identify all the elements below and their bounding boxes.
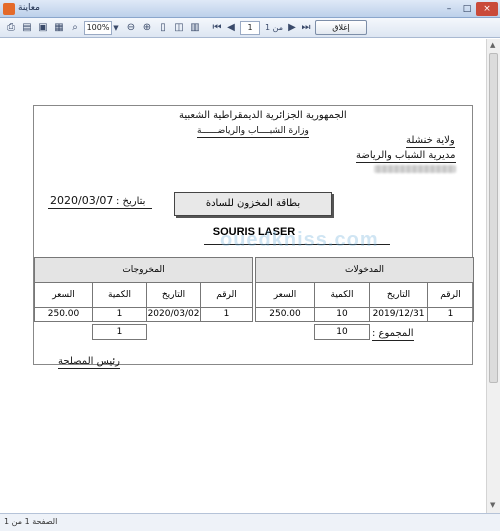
out-header-price: السعر (34, 282, 93, 308)
date-label: بتاريخ : (116, 196, 146, 207)
in-header-num: الرقم (427, 282, 474, 308)
export-icon[interactable]: ▦ (52, 21, 66, 35)
in-row-price: 250.00 (255, 307, 315, 322)
close-preview-button[interactable]: إغلاق (315, 20, 367, 35)
zoom-icon[interactable]: ⌕ (68, 21, 82, 35)
out-row-price: 250.00 (34, 307, 93, 322)
ministry-heading: وزارة الشبــــاب والرياضــــــة (197, 126, 309, 138)
watermark-logo: ouedkniss.com (220, 229, 379, 251)
save-icon[interactable]: ▣ (36, 21, 50, 35)
two-pages-icon[interactable]: ◫ (172, 21, 186, 35)
in-row-num: 1 (427, 307, 474, 322)
signature-label: رئيس المصلحة (58, 356, 120, 369)
print-icon[interactable]: ⎙ (4, 21, 18, 35)
one-page-icon[interactable]: ▯ (156, 21, 170, 35)
last-page-icon[interactable]: ⏭ (299, 21, 313, 35)
in-total-qty: 10 (314, 324, 370, 340)
print-setup-icon[interactable]: ▤ (20, 21, 34, 35)
out-row-qty: 1 (92, 307, 147, 322)
status-text: الصفحة 1 من 1 (4, 517, 58, 526)
card-title-box: بطاقة المخزون للسادة (174, 192, 332, 216)
in-header-price: السعر (255, 282, 315, 308)
report-viewport[interactable]: الجمهورية الجزائرية الديمقراطية الشعبية … (0, 39, 486, 513)
app-icon (3, 3, 15, 15)
next-page-icon[interactable]: ▶ (285, 21, 299, 35)
blurred-text (374, 165, 456, 173)
preview-toolbar: ⎙ ▤ ▣ ▦ ⌕ 100% ▼ ⊖ ⊕ ▯ ◫ ▥ ⏮ ◀ 1 من 1 ▶ … (0, 18, 500, 38)
scroll-up-icon[interactable]: ▲ (490, 41, 495, 49)
chevron-down-icon[interactable]: ▼ (112, 21, 120, 35)
zoom-in-icon[interactable]: ⊕ (140, 21, 154, 35)
republic-heading: الجمهورية الجزائرية الديمقراطية الشعبية (179, 110, 347, 121)
close-window-button[interactable]: × (476, 2, 498, 16)
in-section-title: المدخولات (255, 257, 474, 283)
zoom-out-icon[interactable]: ⊖ (124, 21, 138, 35)
directorate-label: مديرية الشباب والرياضة (356, 150, 456, 163)
in-row-date: 2019/12/31 (369, 307, 428, 322)
out-header-qty: الكمية (92, 282, 147, 308)
date-underline (48, 208, 152, 209)
scroll-thumb[interactable] (489, 53, 498, 383)
out-total-qty: 1 (92, 324, 147, 340)
title-bar: معاينة – □ × (0, 0, 500, 18)
minimize-button[interactable]: – (440, 2, 458, 16)
out-row-date: 2020/03/02 (146, 307, 201, 322)
status-bar: الصفحة 1 من 1 (0, 513, 500, 531)
window-title: معاينة (18, 3, 40, 13)
wilaya-label: ولاية خنشلة (406, 135, 455, 148)
in-row-qty: 10 (314, 307, 370, 322)
scroll-down-icon[interactable]: ▼ (490, 501, 495, 509)
out-section-title: المخروجات (34, 257, 253, 283)
first-page-icon[interactable]: ⏮ (210, 21, 224, 35)
multi-page-icon[interactable]: ▥ (188, 21, 202, 35)
zoom-select[interactable]: 100% (84, 21, 112, 35)
in-header-date: التاريخ (369, 282, 428, 308)
prev-page-icon[interactable]: ◀ (224, 21, 238, 35)
page-number-input[interactable]: 1 (240, 21, 260, 35)
vertical-scrollbar[interactable]: ▲ ▼ (486, 39, 500, 513)
out-row-num: 1 (200, 307, 253, 322)
page-of-label: من 1 (264, 23, 283, 32)
in-header-qty: الكمية (314, 282, 370, 308)
date-value: 2020/03/07 (50, 194, 114, 207)
total-label: المجموع : (372, 328, 414, 341)
out-header-date: التاريخ (146, 282, 201, 308)
out-header-num: الرقم (200, 282, 253, 308)
maximize-button[interactable]: □ (458, 2, 476, 16)
